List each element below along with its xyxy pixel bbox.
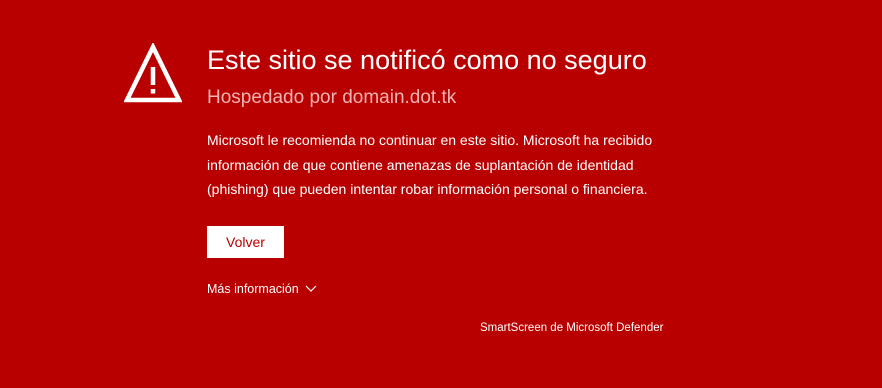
more-info-label: Más información (207, 281, 299, 296)
warning-description: Microsoft le recomienda no continuar en … (207, 132, 653, 197)
page-title: Este sitio se notificó como no seguro (207, 45, 647, 75)
warning-triangle-icon (124, 43, 182, 103)
more-info-toggle[interactable]: Más información (207, 282, 317, 296)
back-button[interactable]: Volver (207, 225, 284, 258)
hosted-by-subtitle: Hospedado por domain.dot.tk (207, 87, 457, 108)
smartscreen-brand-label: SmartScreen de Microsoft Defender (480, 322, 664, 334)
warning-content: Este sitio se notificó como no seguro Ho… (207, 40, 677, 296)
chevron-down-icon (305, 285, 317, 292)
smartscreen-warning-page: Este sitio se notificó como no seguro Ho… (0, 0, 882, 388)
